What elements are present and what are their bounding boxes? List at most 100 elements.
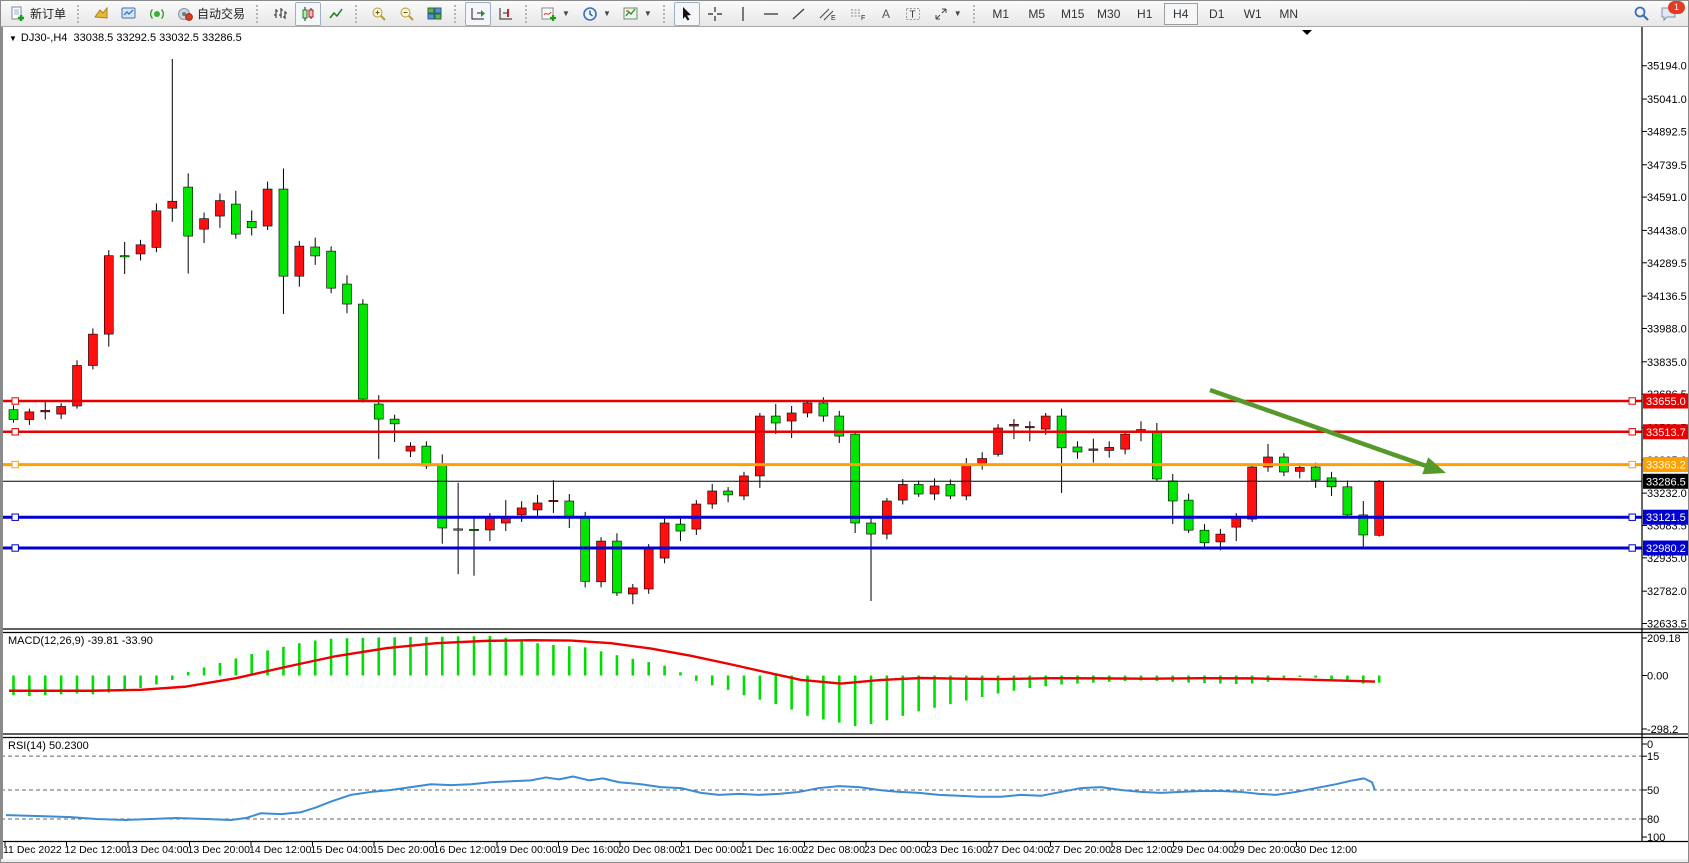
svg-text:32782.0: 32782.0 xyxy=(1647,586,1687,598)
svg-text:E: E xyxy=(831,15,836,22)
add-indicator-icon xyxy=(541,6,557,22)
line-handle[interactable] xyxy=(1629,545,1635,551)
channel-tool-button[interactable]: E xyxy=(814,2,842,26)
price-badge-33363.2: 33363.2 xyxy=(1643,457,1689,472)
trendline-icon xyxy=(791,6,807,22)
cursor-icon xyxy=(679,6,695,22)
text-label-tool-button[interactable]: T xyxy=(900,2,926,26)
new-order-label: 新订单 xyxy=(30,5,66,22)
line-handle[interactable] xyxy=(1629,461,1635,467)
svg-text:0.00: 0.00 xyxy=(1647,671,1668,683)
bar-chart-mode-button[interactable] xyxy=(267,2,293,26)
indicator-dropdown-caret: ▼ xyxy=(562,9,570,18)
vertical-line-tool-button[interactable] xyxy=(730,2,756,26)
period-button-M15[interactable]: M15 xyxy=(1056,3,1090,25)
text-tool-button[interactable]: A xyxy=(874,2,898,26)
svg-text:23 Dec 16:00: 23 Dec 16:00 xyxy=(926,844,989,856)
period-button-M5[interactable]: M5 xyxy=(1020,3,1054,25)
ohlc-values: 33038.5 33292.5 33032.5 33286.5 xyxy=(74,32,242,44)
svg-text:27 Dec 20:00: 27 Dec 20:00 xyxy=(1049,844,1112,856)
fibonacci-tool-button[interactable]: F xyxy=(844,2,872,26)
auto-trading-label: 自动交易 xyxy=(197,5,245,22)
text-label-icon: T xyxy=(905,6,921,22)
price-badge-33513.7: 33513.7 xyxy=(1643,424,1689,439)
line-handle[interactable] xyxy=(12,429,18,435)
line-handle[interactable] xyxy=(12,545,18,551)
arrows-tool-button[interactable]: ▼ xyxy=(928,2,967,26)
svg-text:33232.0: 33232.0 xyxy=(1647,488,1687,500)
period-button-M1[interactable]: M1 xyxy=(984,3,1018,25)
svg-text:30 Dec 12:00: 30 Dec 12:00 xyxy=(1295,844,1358,856)
tile-windows-button[interactable] xyxy=(422,2,448,26)
chart-shift-button[interactable] xyxy=(493,2,519,26)
chart-shift-icon xyxy=(498,6,514,22)
line-handle[interactable] xyxy=(12,514,18,520)
auto-scroll-icon xyxy=(470,6,486,22)
zoom-out-icon xyxy=(399,6,415,22)
collapse-triangle-icon[interactable]: ▼ xyxy=(9,34,17,43)
line-handle[interactable] xyxy=(1629,398,1635,404)
zoom-in-button[interactable] xyxy=(366,2,392,26)
new-order-button[interactable]: 新订单 xyxy=(5,2,71,26)
trendline-tool-button[interactable] xyxy=(786,2,812,26)
svg-text:20 Dec 08:00: 20 Dec 08:00 xyxy=(618,844,681,856)
periods-button[interactable]: ▼ xyxy=(577,2,616,26)
price-badge-33286.5: 33286.5 xyxy=(1643,474,1689,489)
line-handle[interactable] xyxy=(12,461,18,467)
terminal-button[interactable] xyxy=(116,2,142,26)
time-axis: 11 Dec 202212 Dec 12:0013 Dec 04:0013 De… xyxy=(3,842,1357,856)
auto-trading-button[interactable]: 自动交易 xyxy=(172,2,250,26)
price-badge-33655.0: 33655.0 xyxy=(1643,394,1689,409)
new-order-icon xyxy=(10,6,26,22)
candlestick-mode-button[interactable] xyxy=(295,2,321,26)
add-indicator-button[interactable]: ▼ xyxy=(536,2,575,26)
signal-icon xyxy=(149,6,165,22)
svg-text:21 Dec 00:00: 21 Dec 00:00 xyxy=(680,844,743,856)
period-button-H4[interactable]: H4 xyxy=(1164,3,1198,25)
svg-text:T: T xyxy=(909,9,915,20)
svg-text:33363.2: 33363.2 xyxy=(1646,460,1686,472)
rsi-indicator-label: RSI(14) 50.2300 xyxy=(8,740,89,752)
text-icon: A xyxy=(879,6,893,22)
zoom-out-button[interactable] xyxy=(394,2,420,26)
svg-text:34136.5: 34136.5 xyxy=(1647,291,1687,303)
cursor-tool-button[interactable] xyxy=(674,2,700,26)
chart-canvas[interactable]: 35194.035041.034892.534739.534591.034438… xyxy=(1,1,1689,863)
svg-text:34438.0: 34438.0 xyxy=(1647,225,1687,237)
horizontal-line-tool-button[interactable] xyxy=(758,2,784,26)
period-button-D1[interactable]: D1 xyxy=(1200,3,1234,25)
search-icon[interactable] xyxy=(1633,5,1650,22)
period-button-W1[interactable]: W1 xyxy=(1236,3,1270,25)
template-icon xyxy=(623,6,639,22)
svg-text:33121.5: 33121.5 xyxy=(1646,512,1686,524)
line-chart-mode-button[interactable] xyxy=(323,2,349,26)
market-watch-button[interactable] xyxy=(88,2,114,26)
chat-button[interactable]: 1 xyxy=(1660,6,1678,22)
channel-icon: E xyxy=(819,6,837,22)
svg-text:33835.0: 33835.0 xyxy=(1647,357,1687,369)
horizontal-line-icon xyxy=(763,6,779,22)
svg-text:33513.7: 33513.7 xyxy=(1646,427,1686,439)
toolbar: 新订单 自动交易 xyxy=(1,1,1689,27)
crosshair-tool-button[interactable] xyxy=(702,2,728,26)
template-dropdown-caret: ▼ xyxy=(644,9,652,18)
svg-text:27 Dec 04:00: 27 Dec 04:00 xyxy=(987,844,1050,856)
bar-mode-icon xyxy=(272,6,288,22)
auto-scroll-button[interactable] xyxy=(465,2,491,26)
signals-button[interactable] xyxy=(144,2,170,26)
svg-text:13 Dec 20:00: 13 Dec 20:00 xyxy=(188,844,251,856)
line-handle[interactable] xyxy=(12,398,18,404)
arrows-dropdown-caret: ▼ xyxy=(954,9,962,18)
template-button[interactable]: ▼ xyxy=(618,2,657,26)
line-handle[interactable] xyxy=(1629,514,1635,520)
line-handle[interactable] xyxy=(1629,429,1635,435)
svg-text:33988.0: 33988.0 xyxy=(1647,323,1687,335)
svg-text:209.18: 209.18 xyxy=(1647,633,1681,645)
svg-text:19 Dec 00:00: 19 Dec 00:00 xyxy=(495,844,558,856)
svg-text:28 Dec 12:00: 28 Dec 12:00 xyxy=(1110,844,1173,856)
period-button-MN[interactable]: MN xyxy=(1272,3,1306,25)
svg-text:100: 100 xyxy=(1647,832,1665,844)
crosshair-icon xyxy=(707,6,723,22)
period-button-M30[interactable]: M30 xyxy=(1092,3,1126,25)
period-button-H1[interactable]: H1 xyxy=(1128,3,1162,25)
